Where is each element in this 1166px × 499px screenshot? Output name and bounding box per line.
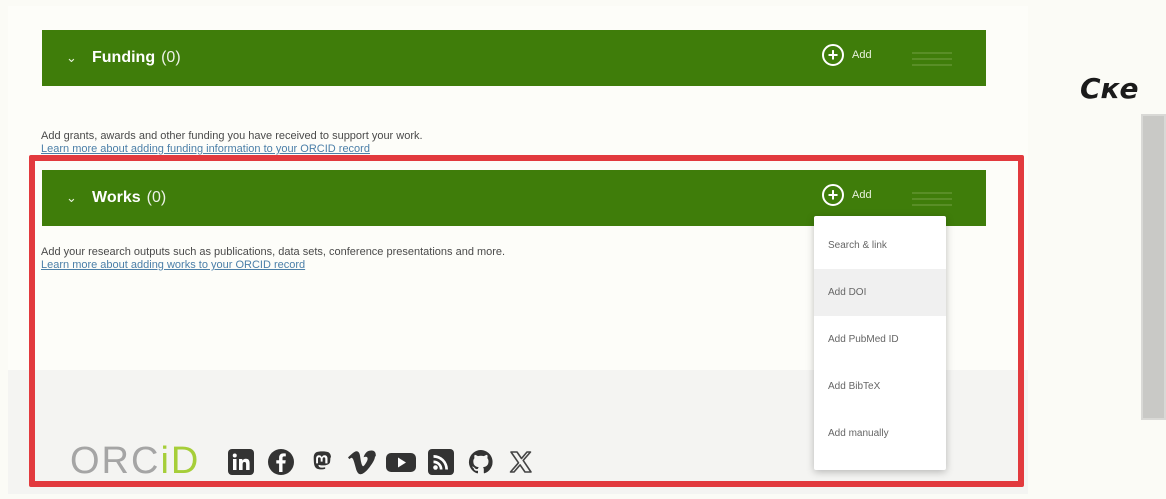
right-side-title: Ске (1080, 72, 1139, 105)
funding-section-header[interactable]: ⌄ Funding (0) + Add (42, 30, 986, 86)
funding-title: Funding (92, 49, 156, 66)
menu-item-add-bibtex[interactable]: Add BibTeX (814, 363, 946, 410)
funding-add-label: Add (852, 49, 872, 61)
menu-item-add-pubmed-id[interactable]: Add PubMed ID (814, 316, 946, 363)
funding-count: (0) (161, 49, 181, 66)
chevron-down-icon[interactable]: ⌄ (66, 50, 84, 66)
right-side-image-panel (1141, 114, 1166, 420)
funding-description: Add grants, awards and other funding you… (41, 130, 423, 156)
menu-item-search-link[interactable]: Search & link (814, 222, 946, 269)
funding-add-button[interactable]: + Add (822, 44, 872, 66)
plus-circle-icon: + (822, 44, 844, 66)
menu-item-add-doi[interactable]: Add DOI (814, 269, 946, 316)
works-add-dropdown-menu: Search & link Add DOI Add PubMed ID Add … (814, 216, 946, 470)
funding-description-text: Add grants, awards and other funding you… (41, 130, 423, 142)
funding-learn-more-link[interactable]: Learn more about adding funding informat… (41, 143, 370, 155)
menu-item-add-manually[interactable]: Add manually (814, 410, 946, 457)
sort-icon[interactable] (912, 52, 952, 70)
